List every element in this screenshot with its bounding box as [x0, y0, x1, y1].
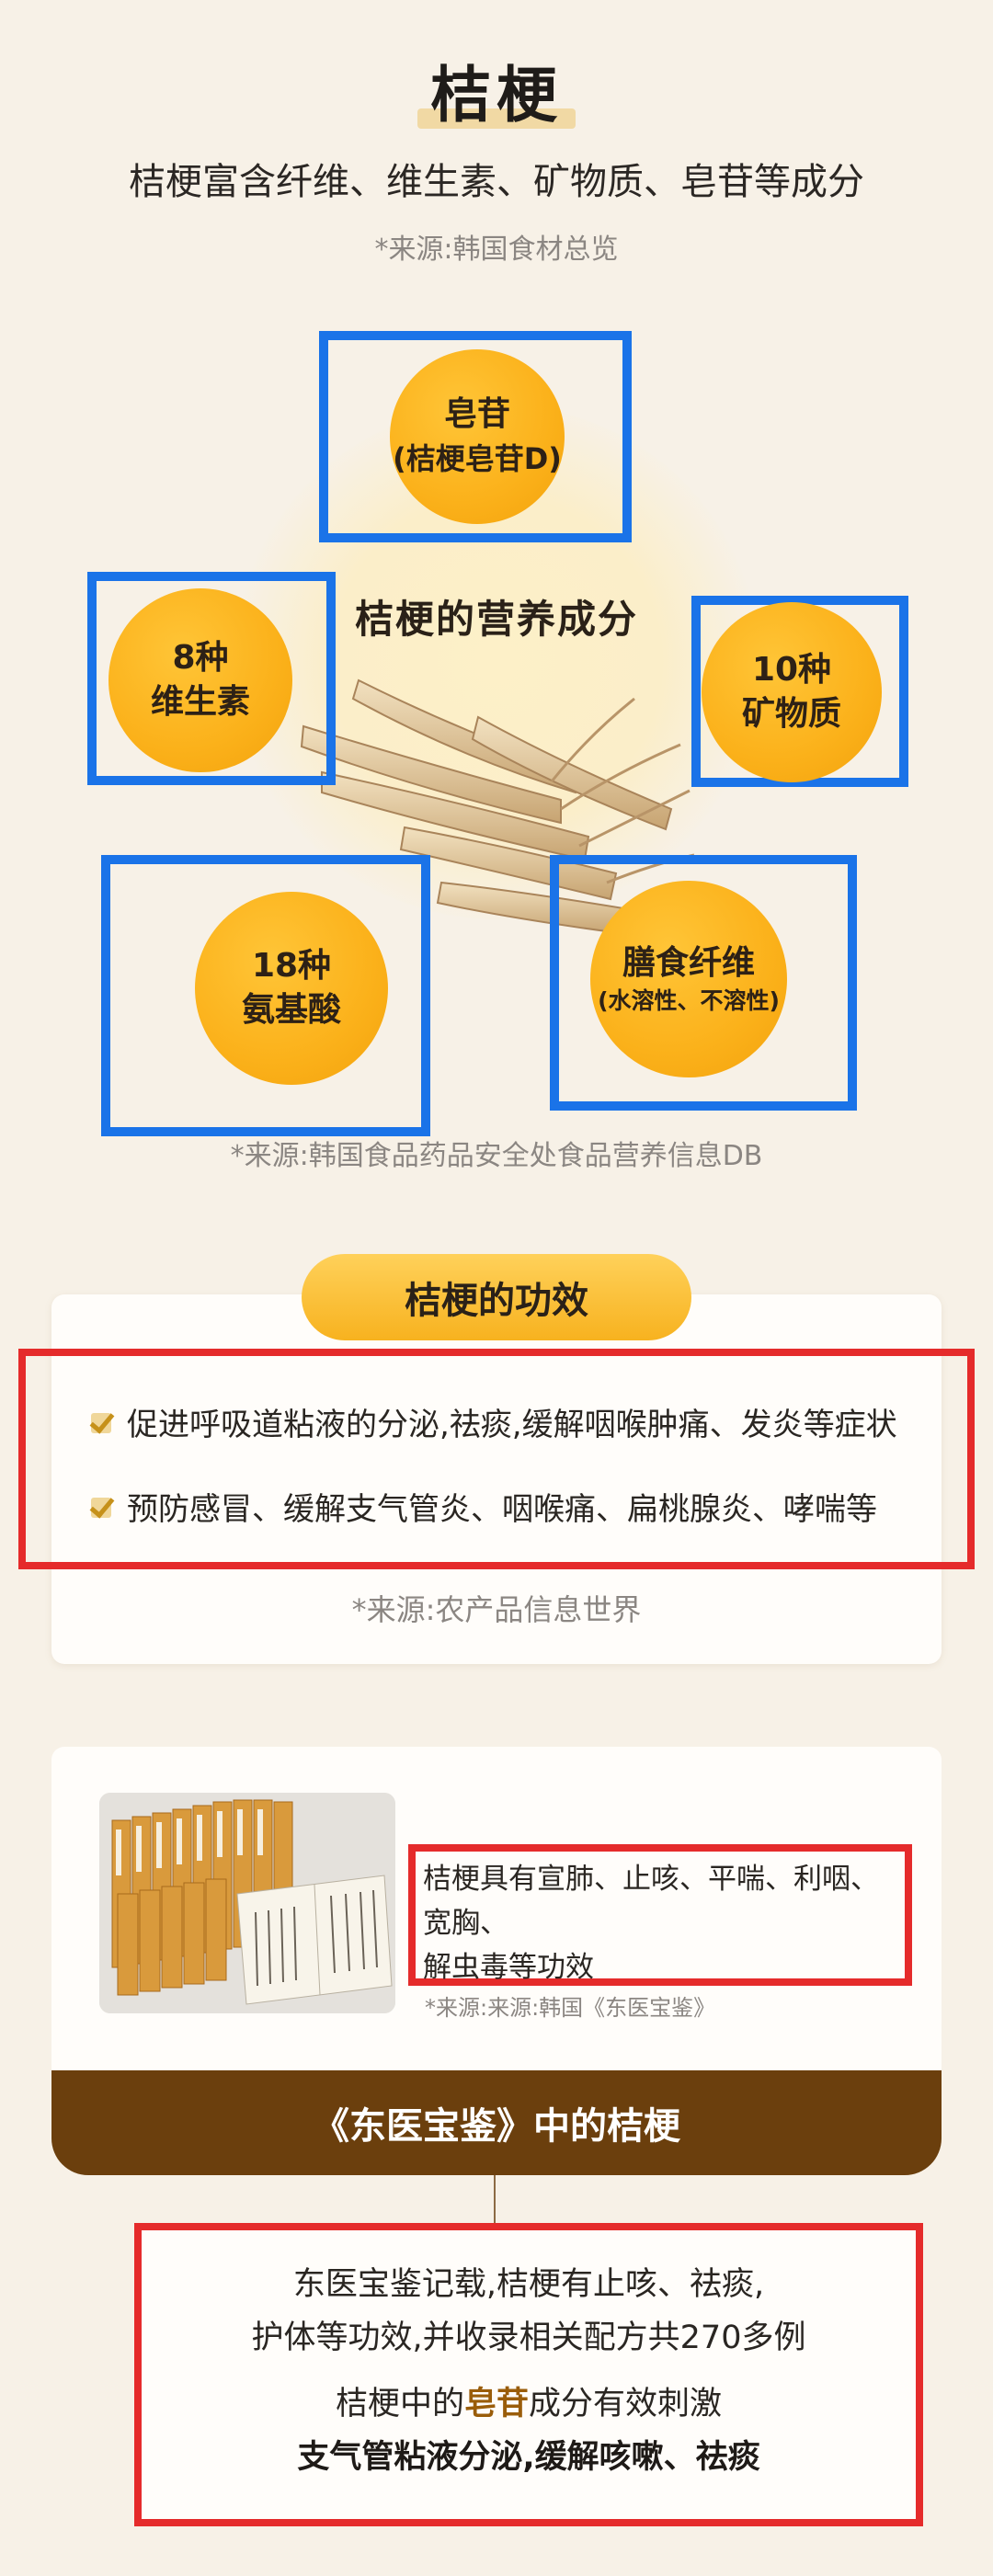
summary-line-3-pre: 桔梗中的 — [335, 2386, 464, 2422]
nutrient-amino-acids-count: 18种 — [251, 947, 332, 985]
page-subtitle: 桔梗富含纤维、维生素、矿物质、皂苷等成分 — [129, 161, 864, 203]
effect-item-2-text: 预防感冒、缓解支气管炎、咽喉痛、扁桃腺炎、哮喘等 — [127, 1491, 877, 1528]
dongui-title-bar: 《东医宝鉴》中的桔梗 — [51, 2070, 942, 2175]
nutrient-saponin-detail: (桔梗皂苷D) — [393, 441, 562, 476]
source-note-3: *来源:农产品信息世界 — [351, 1592, 642, 1627]
nutrient-amino-acids: 18种 氨基酸 — [195, 892, 388, 1085]
source-note-4: *来源:来源:韩国《东医宝鉴》 — [425, 1995, 716, 2021]
summary-line-2: 护体等功效,并收录相关配方共270多例 — [251, 2320, 806, 2356]
effects-title: 桔梗的功效 — [302, 1254, 691, 1340]
check-icon — [88, 1409, 114, 1435]
page-title-wrap: 桔梗 — [0, 46, 993, 134]
dongui-summary: 东医宝鉴记载,桔梗有止咳、祛痰, 护体等功效,并收录相关配方共270多例 桔梗中… — [134, 2258, 923, 2484]
effect-item-2: 预防感冒、缓解支气管炎、咽喉痛、扁桃腺炎、哮喘等 — [88, 1484, 877, 1529]
page-title: 桔梗 — [417, 46, 576, 134]
nutrient-amino-acids-name: 氨基酸 — [241, 991, 341, 1029]
summary-highlight-saponin: 皂苷 — [463, 2386, 529, 2422]
nutrient-vitamins: 8种 维生素 — [108, 588, 292, 772]
summary-line-4: 支气管粘液分泌,缓解咳嗽、祛痰 — [297, 2439, 760, 2476]
effect-item-1-text: 促进呼吸道粘液的分泌,祛痰,缓解咽喉肿痛、发炎等症状 — [127, 1407, 897, 1443]
highlight-box-effects — [18, 1349, 975, 1569]
dongui-effects-line-1: 桔梗具有宣肺、止咳、平喘、利咽、宽胸、 — [423, 1863, 879, 1940]
ancient-books-image — [99, 1793, 395, 2013]
check-icon — [88, 1494, 114, 1520]
nutrient-vitamins-name: 维生素 — [150, 683, 250, 721]
dongui-effects-line-2: 解虫毒等功效 — [423, 1951, 594, 1984]
nutrient-vitamins-count: 8种 — [172, 639, 229, 677]
nutrient-minerals-count: 10种 — [751, 651, 832, 689]
nutrient-dietary-fiber-detail: (水溶性、不溶性) — [598, 987, 780, 1014]
effect-item-1: 促进呼吸道粘液的分泌,祛痰,缓解咽喉肿痛、发炎等症状 — [88, 1399, 897, 1444]
source-note-2: *来源:韩国食品药品安全处食品营养信息DB — [230, 1140, 763, 1172]
nutrient-saponin: 皂苷 (桔梗皂苷D) — [390, 349, 565, 524]
nutrient-dietary-fiber: 膳食纤维 (水溶性、不溶性) — [590, 881, 787, 1077]
source-note-1: *来源:韩国食材总览 — [374, 234, 619, 266]
summary-line-1: 东医宝鉴记载,桔梗有止咳、祛痰, — [292, 2266, 765, 2303]
dongui-effects-text: 桔梗具有宣肺、止咳、平喘、利咽、宽胸、 解虫毒等功效 — [423, 1857, 901, 1989]
nutrient-minerals-name: 矿物质 — [741, 695, 841, 733]
summary-line-3: 桔梗中的皂苷成分有效刺激 — [134, 2377, 923, 2431]
nutrient-saponin-name: 皂苷 — [443, 395, 510, 433]
nutrient-minerals: 10种 矿物质 — [702, 602, 882, 782]
summary-line-3-post: 成分有效刺激 — [529, 2386, 723, 2422]
nutrient-dietary-fiber-name: 膳食纤维 — [622, 944, 755, 982]
